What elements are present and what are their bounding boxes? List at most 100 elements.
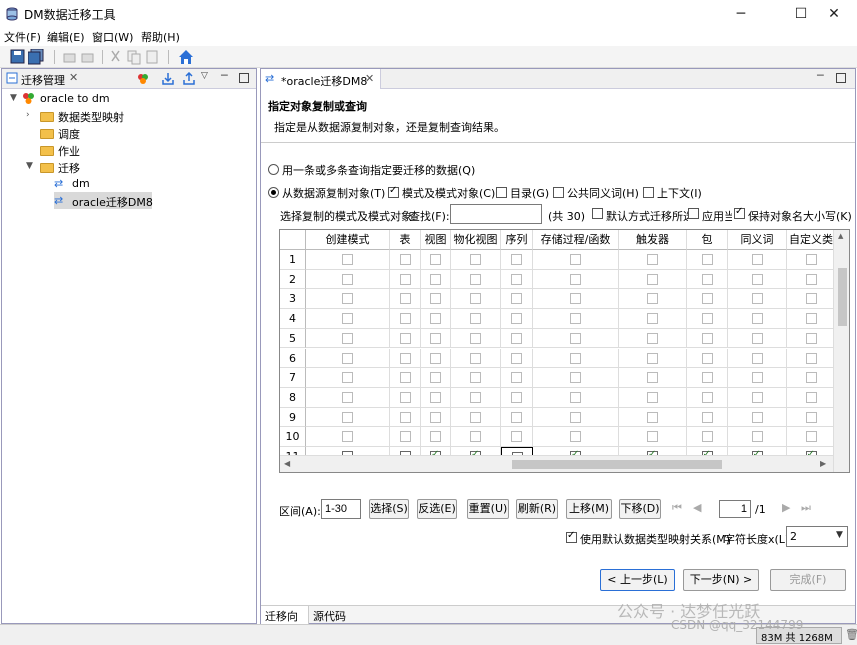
- grid-checkbox[interactable]: [751, 411, 763, 423]
- grid-checkbox[interactable]: [805, 411, 817, 423]
- find-input[interactable]: [450, 204, 542, 224]
- grid-checkbox[interactable]: [701, 313, 713, 325]
- export-project-icon[interactable]: [182, 71, 196, 86]
- grid-checkbox[interactable]: [511, 352, 522, 364]
- prev-page-icon[interactable]: ◀: [693, 501, 701, 514]
- scrollbar-thumb[interactable]: [838, 268, 847, 326]
- grid-checkbox[interactable]: [470, 352, 481, 364]
- scroll-left-icon[interactable]: ◀: [284, 459, 290, 468]
- home-icon[interactable]: [178, 49, 194, 65]
- minimize-button[interactable]: ─: [718, 0, 764, 28]
- grid-checkbox[interactable]: [399, 313, 411, 325]
- import-icon[interactable]: [62, 49, 78, 65]
- scroll-right-icon[interactable]: ▶: [820, 459, 826, 468]
- save-icon[interactable]: [10, 49, 26, 65]
- grid-checkbox[interactable]: [805, 254, 817, 265]
- grid-checkbox[interactable]: [647, 431, 658, 443]
- grid-checkbox[interactable]: [570, 352, 581, 364]
- grid-checkbox[interactable]: [399, 332, 411, 344]
- synonym-checkbox[interactable]: [553, 187, 564, 198]
- grid-checkbox[interactable]: [570, 391, 581, 403]
- column-header[interactable]: 表: [390, 230, 421, 250]
- grid-checkbox[interactable]: [570, 431, 581, 443]
- grid-checkbox[interactable]: [701, 273, 713, 285]
- grid-checkbox[interactable]: [399, 254, 411, 265]
- grid-checkbox[interactable]: [470, 313, 481, 325]
- grid-checkbox[interactable]: [470, 273, 481, 285]
- grid-checkbox[interactable]: [570, 332, 581, 344]
- grid-checkbox[interactable]: [805, 313, 817, 325]
- grid-checkbox[interactable]: [647, 273, 658, 285]
- grid-checkbox[interactable]: [342, 332, 353, 344]
- grid-checkbox[interactable]: [805, 431, 817, 443]
- grid-checkbox[interactable]: [511, 391, 522, 403]
- view-menu-icon[interactable]: ▽: [201, 71, 208, 81]
- grid-checkbox[interactable]: [647, 372, 658, 384]
- grid-checkbox[interactable]: [342, 293, 353, 305]
- grid-checkbox[interactable]: [511, 411, 522, 423]
- grid-checkbox[interactable]: [701, 431, 713, 443]
- paste-icon[interactable]: [144, 49, 160, 65]
- collapse-toggle-icon[interactable]: ›: [26, 110, 30, 120]
- export-icon[interactable]: [80, 49, 96, 65]
- move-up-button[interactable]: 上移(M): [566, 499, 612, 519]
- default-migrate-checkbox[interactable]: [592, 208, 603, 219]
- grid-checkbox[interactable]: [701, 254, 713, 265]
- garbage-collect-icon[interactable]: 🗑: [845, 628, 857, 641]
- new-migration-icon[interactable]: [136, 72, 150, 86]
- tree-item-oracle-dm8[interactable]: oracle迁移DM8: [72, 194, 153, 210]
- grid-checkbox[interactable]: [430, 293, 441, 305]
- grid-checkbox[interactable]: [470, 254, 481, 265]
- grid-checkbox[interactable]: [399, 273, 411, 285]
- grid-checkbox[interactable]: [470, 431, 481, 443]
- grid-checkbox[interactable]: [430, 313, 441, 325]
- grid-checkbox[interactable]: [647, 352, 658, 364]
- grid-checkbox[interactable]: [342, 313, 353, 325]
- use-default-mapping-checkbox[interactable]: [566, 530, 577, 543]
- grid-checkbox[interactable]: [430, 431, 441, 443]
- grid-checkbox[interactable]: [570, 372, 581, 384]
- minimize-view-icon[interactable]: ─: [817, 69, 824, 82]
- grid-checkbox[interactable]: [511, 293, 522, 305]
- menu-window[interactable]: 窗口(W): [92, 29, 133, 45]
- grid-checkbox[interactable]: [805, 372, 817, 384]
- invert-button[interactable]: 反选(E): [417, 499, 457, 519]
- column-header[interactable]: 创建模式: [306, 230, 390, 250]
- scroll-up-icon[interactable]: ▲: [838, 232, 843, 240]
- next-page-icon[interactable]: ▶: [782, 501, 790, 514]
- grid-checkbox[interactable]: [399, 391, 411, 403]
- grid-checkbox[interactable]: [647, 332, 658, 344]
- grid-checkbox[interactable]: [701, 372, 713, 384]
- grid-checkbox[interactable]: [805, 332, 817, 344]
- maximize-view-icon[interactable]: [836, 73, 846, 83]
- grid-checkbox[interactable]: [399, 372, 411, 384]
- grid-checkbox[interactable]: [751, 391, 763, 403]
- grid-checkbox[interactable]: [751, 332, 763, 344]
- expand-toggle-icon[interactable]: ▼: [26, 161, 33, 171]
- grid-checkbox[interactable]: [430, 332, 441, 344]
- tree-item-migration[interactable]: 迁移: [58, 160, 80, 176]
- grid-checkbox[interactable]: [647, 254, 658, 265]
- tree-item-job[interactable]: 作业: [58, 143, 80, 159]
- catalog-checkbox[interactable]: [496, 187, 507, 198]
- grid-checkbox[interactable]: [570, 254, 581, 265]
- reset-button[interactable]: 重置(U): [467, 499, 509, 519]
- column-header[interactable]: 触发器: [619, 230, 687, 250]
- grid-checkbox[interactable]: [570, 313, 581, 325]
- grid-checkbox[interactable]: [805, 352, 817, 364]
- schema-checkbox[interactable]: [388, 185, 399, 198]
- grid-checkbox[interactable]: [751, 431, 763, 443]
- grid-checkbox[interactable]: [701, 332, 713, 344]
- panel-tab-label[interactable]: 迁移管理: [21, 72, 65, 88]
- cut-icon[interactable]: [108, 49, 124, 65]
- move-down-button[interactable]: 下移(D): [619, 499, 661, 519]
- grid-vertical-scrollbar[interactable]: ▲: [833, 230, 849, 472]
- expand-toggle-icon[interactable]: ▼: [10, 93, 17, 103]
- import-project-icon[interactable]: [161, 72, 175, 86]
- grid-checkbox[interactable]: [511, 313, 522, 325]
- menu-help[interactable]: 帮助(H): [141, 29, 180, 45]
- column-header[interactable]: 包: [687, 230, 728, 250]
- grid-checkbox[interactable]: [647, 391, 658, 403]
- scrollbar-thumb[interactable]: [512, 460, 722, 469]
- tree-item-dm[interactable]: dm: [72, 177, 90, 190]
